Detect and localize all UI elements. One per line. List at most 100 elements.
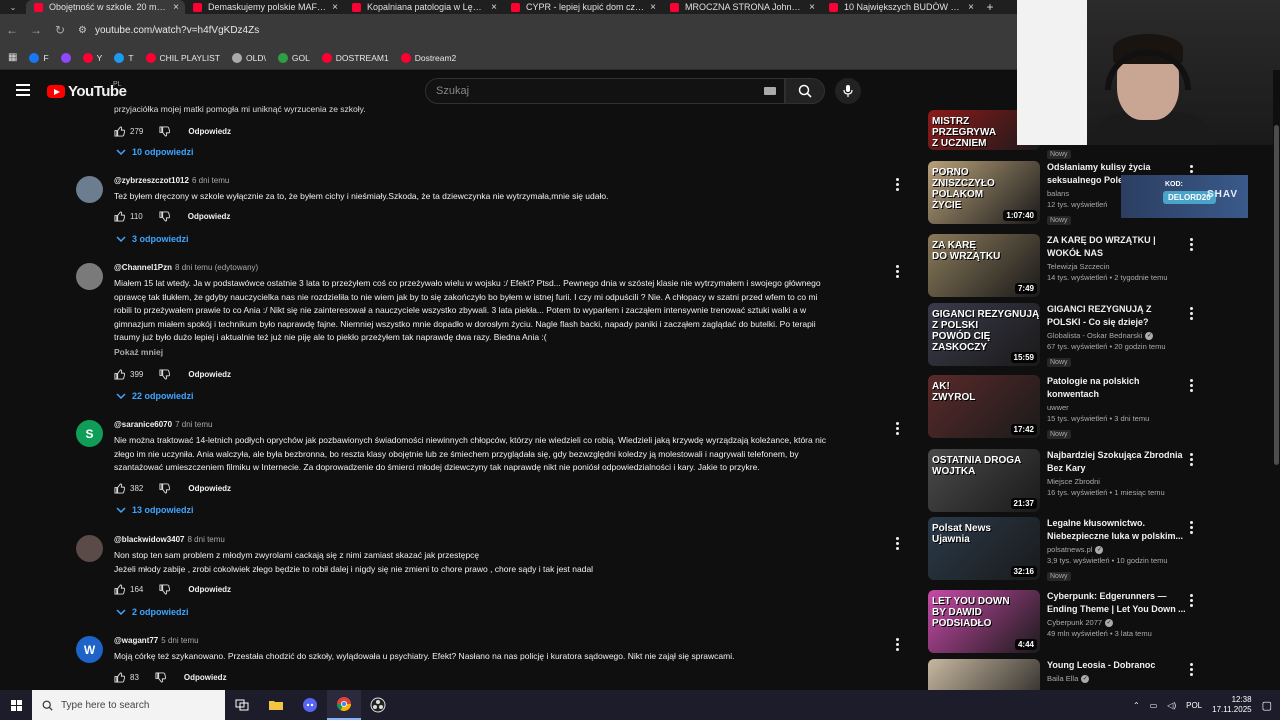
comment-time[interactable]: 8 dni temu [188, 535, 225, 544]
video-title[interactable]: Young Leosia - Dobranoc [1047, 659, 1187, 672]
view-replies-button[interactable]: 3 odpowiedzi [116, 234, 189, 244]
video-title[interactable]: ZA KARĘ DO WRZĄTKU | WOKÓŁ NAS [1047, 234, 1187, 260]
browser-tab[interactable]: Kopalniana patologia w Lędzin × [344, 0, 503, 14]
volume-icon[interactable]: ◁) [1167, 701, 1176, 710]
like-button[interactable]: 382 [114, 483, 143, 494]
back-icon[interactable]: ← [0, 23, 24, 37]
close-tab-icon[interactable]: × [173, 2, 179, 13]
recommended-video[interactable]: OSTATNIA DROGA WOJTKA 21:37 Najbardziej Sz… [928, 449, 1198, 515]
video-title[interactable]: Legalne kłusownictwo. Niebezpieczne luka… [1047, 517, 1187, 543]
thumbs-down-icon[interactable] [155, 672, 166, 683]
view-replies-button[interactable]: 2 odpowiedzi [116, 607, 189, 617]
comment-author[interactable]: @zybrzeszczot1012 [114, 176, 189, 185]
video-thumbnail[interactable]: Polsat News Ujawnia 32:16 [928, 517, 1040, 580]
more-actions-icon[interactable] [1190, 238, 1194, 251]
video-title[interactable]: Patologie na polskich konwentach [1047, 375, 1187, 401]
bookmark-item[interactable] [60, 52, 71, 63]
video-thumbnail[interactable] [928, 659, 1040, 690]
channel-name[interactable]: polsatnews.pl ✓ [1047, 545, 1187, 554]
video-thumbnail[interactable]: GIGANCI REZYGNUJĄ Z POLSKI POWÓD CIĘ ZAS… [928, 303, 1040, 366]
comment-time[interactable]: 7 dni temu [175, 420, 212, 429]
channel-name[interactable]: Telewizja Szczecin [1047, 262, 1187, 271]
more-actions-icon[interactable] [896, 638, 900, 651]
discord-icon[interactable] [293, 690, 327, 720]
video-title[interactable]: Cyberpunk: Edgerunners — Ending Theme | … [1047, 590, 1187, 616]
bookmark-item[interactable]: Dostream2 [400, 52, 456, 63]
browser-tab[interactable]: 10 Największych BUDÓW w II R × [821, 0, 980, 14]
avatar[interactable]: W [76, 636, 103, 663]
obs-icon[interactable] [361, 690, 395, 720]
reply-button[interactable]: Odpowiedz [188, 212, 231, 221]
show-less-button[interactable]: Pokaż mniej [114, 347, 904, 357]
tab-search-chevron-icon[interactable]: ⌄ [0, 0, 26, 14]
more-actions-icon[interactable] [1190, 594, 1194, 607]
more-actions-icon[interactable] [1190, 379, 1194, 392]
chrome-icon[interactable] [327, 690, 361, 720]
comment-time[interactable]: 8 dni temu (edytowany) [175, 263, 258, 272]
page-scrollbar[interactable] [1273, 70, 1280, 690]
reply-button[interactable]: Odpowiedz [188, 585, 231, 594]
clock[interactable]: 12:38 17.11.2025 [1212, 695, 1251, 715]
bookmark-item[interactable]: Y [82, 52, 102, 63]
like-button[interactable]: 164 [114, 584, 143, 595]
more-actions-icon[interactable] [1190, 521, 1194, 534]
close-tab-icon[interactable]: × [968, 2, 974, 13]
reply-button[interactable]: Odpowiedz [188, 370, 231, 379]
recommended-video[interactable]: LET YOU DOWN BY DAWID PODSIADŁO 4:44 Cyber… [928, 590, 1198, 656]
bookmark-item[interactable]: DOSTREAM1 [321, 52, 389, 63]
reply-button[interactable]: Odpowiedz [188, 127, 231, 136]
comment-time[interactable]: 5 dni temu [161, 636, 198, 645]
comment-author[interactable]: @Channel1Pzn [114, 263, 172, 272]
notifications-icon[interactable]: ▢ [1262, 699, 1272, 712]
like-button[interactable]: 279 [114, 126, 143, 137]
video-title[interactable]: Najbardziej Szokująca Zbrodnia Bez Kary [1047, 449, 1187, 475]
more-actions-icon[interactable] [1190, 663, 1194, 676]
file-explorer-icon[interactable] [259, 690, 293, 720]
video-thumbnail[interactable]: LET YOU DOWN BY DAWID PODSIADŁO 4:44 [928, 590, 1040, 653]
like-button[interactable]: 399 [114, 369, 143, 380]
browser-tab[interactable]: MROCZNA STRONA Johnson & × [662, 0, 821, 14]
reload-icon[interactable]: ↻ [48, 23, 72, 37]
like-button[interactable]: 83 [114, 672, 139, 683]
reply-button[interactable]: Odpowiedz [188, 484, 231, 493]
channel-name[interactable]: uwwer [1047, 403, 1187, 412]
avatar[interactable] [76, 535, 103, 562]
view-replies-button[interactable]: 13 odpowiedzi [116, 505, 194, 515]
recommended-video[interactable]: AK! ZWYROL 17:42 Patologie na polskich kon… [928, 375, 1198, 441]
channel-name[interactable]: Cyberpunk 2077 ✓ [1047, 618, 1187, 627]
menu-icon[interactable] [16, 84, 30, 96]
input-language[interactable]: POL [1186, 701, 1202, 710]
close-tab-icon[interactable]: × [809, 2, 815, 13]
comment-author[interactable]: @blackwidow3407 [114, 535, 185, 544]
windows-start-icon[interactable] [0, 690, 32, 720]
view-replies-button[interactable]: 10 odpowiedzi [116, 147, 194, 157]
channel-name[interactable]: Baila Ella ✓ [1047, 674, 1187, 683]
recommended-video[interactable]: Polsat News Ujawnia 32:16 Legalne kłusowni… [928, 517, 1198, 583]
apps-grid-icon[interactable]: ▦ [8, 52, 17, 63]
thumbs-down-icon[interactable] [159, 369, 171, 380]
view-replies-button[interactable]: 22 odpowiedzi [116, 391, 194, 401]
more-actions-icon[interactable] [1190, 307, 1194, 320]
avatar[interactable] [76, 176, 103, 203]
more-actions-icon[interactable] [896, 537, 900, 550]
tray-chevron-icon[interactable]: ⌃ [1133, 701, 1140, 710]
bookmark-item[interactable]: OLD\ [232, 52, 266, 63]
bookmark-item[interactable]: CHIL PLAYLIST [145, 52, 220, 63]
channel-name[interactable]: Globalista - Oskar Bednarski ✓ [1047, 331, 1187, 340]
comment-author[interactable]: @wagant77 [114, 636, 158, 645]
site-info-icon[interactable]: ⚙ [78, 25, 87, 36]
comment-author[interactable]: @saranice6070 [114, 420, 172, 429]
video-thumbnail[interactable]: AK! ZWYROL 17:42 [928, 375, 1040, 438]
recommended-video[interactable]: Young Leosia - Dobranoc Baila Ella ✓ [928, 659, 1198, 690]
more-actions-icon[interactable] [896, 178, 900, 191]
channel-name[interactable]: Miejsce Zbrodni [1047, 477, 1187, 486]
recommended-video[interactable]: GIGANCI REZYGNUJĄ Z POLSKI POWÓD CIĘ ZAS… [928, 303, 1198, 369]
recommended-video[interactable]: ZA KARĘ DO WRZĄTKU 7:49 ZA KARĘ DO WRZĄTKU… [928, 234, 1198, 300]
close-tab-icon[interactable]: × [332, 2, 338, 13]
thumbs-down-icon[interactable] [159, 584, 171, 595]
close-tab-icon[interactable]: × [650, 2, 656, 13]
avatar[interactable]: S [76, 420, 103, 447]
comment-time[interactable]: 6 dni temu [192, 176, 229, 185]
video-title[interactable]: GIGANCI REZYGNUJĄ Z POLSKI - Co się dzie… [1047, 303, 1187, 329]
video-thumbnail[interactable]: ZA KARĘ DO WRZĄTKU 7:49 [928, 234, 1040, 297]
